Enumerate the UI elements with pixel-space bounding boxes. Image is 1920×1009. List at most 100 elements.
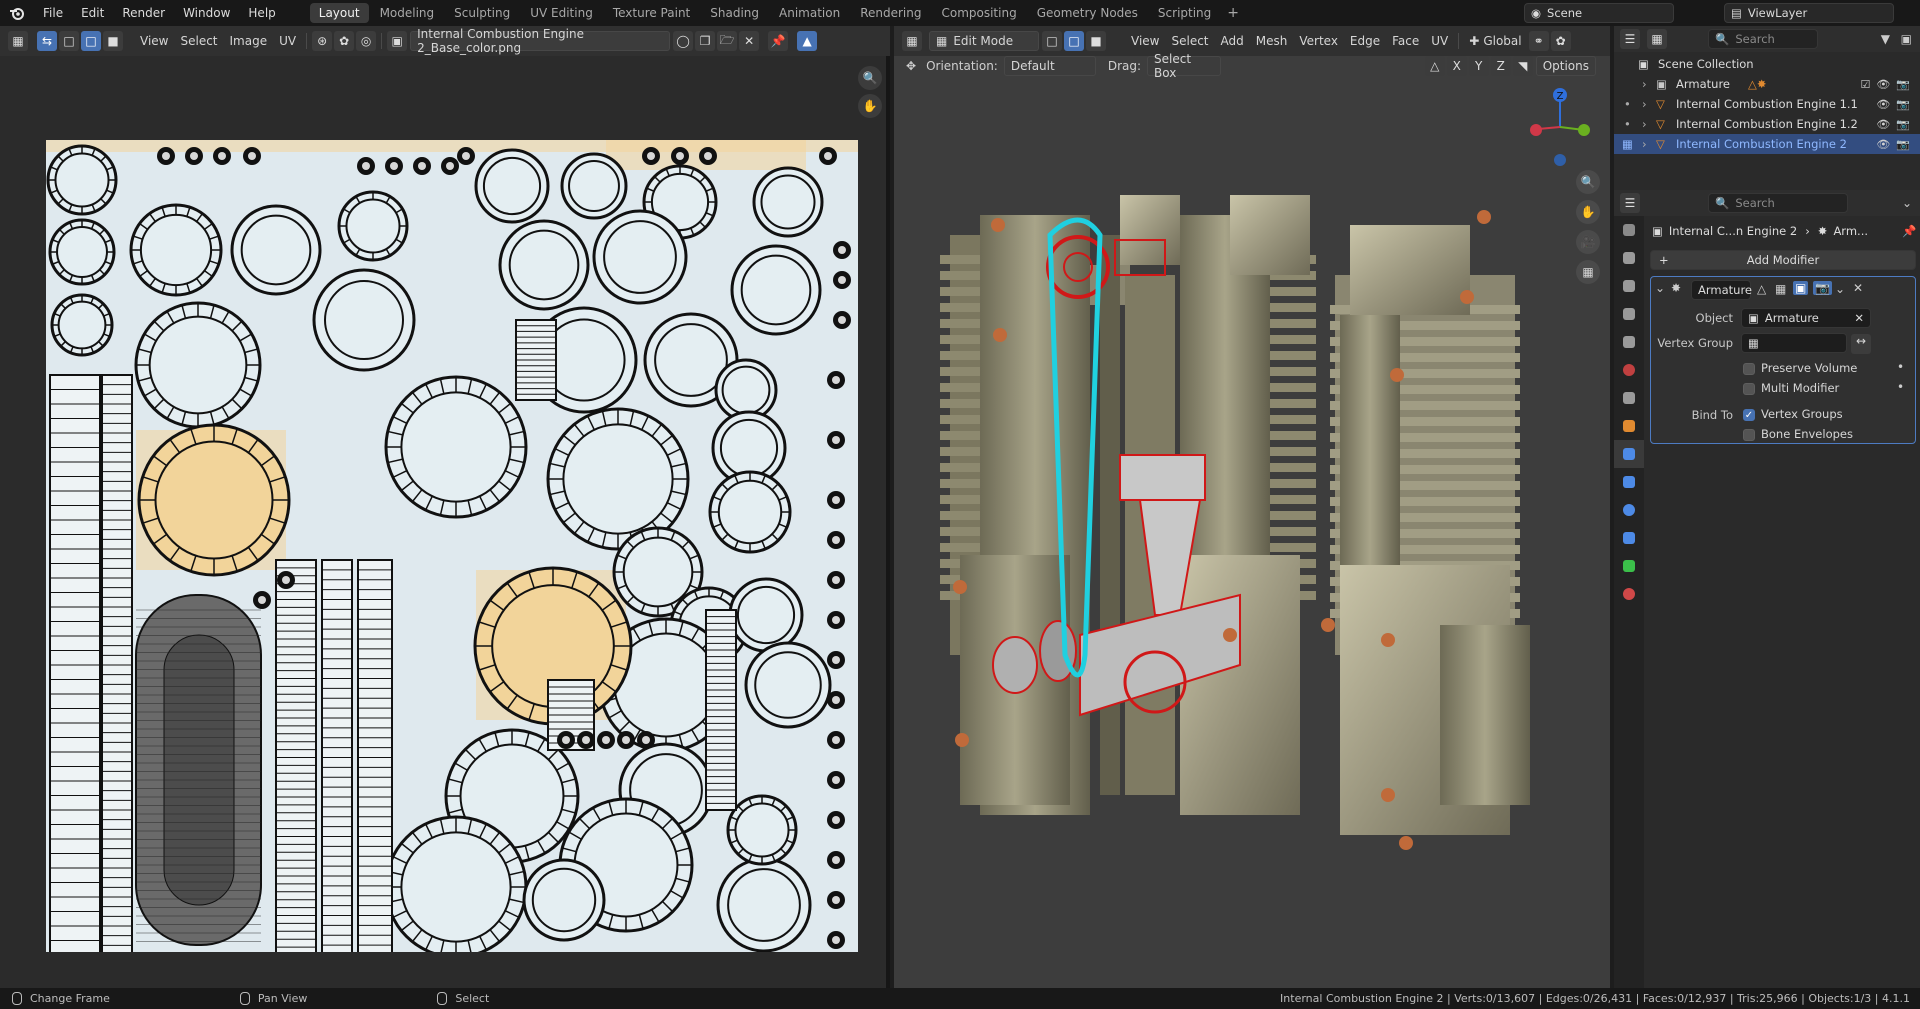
- tab-modeling[interactable]: Modeling: [371, 3, 444, 23]
- face-mode-icon[interactable]: ■: [1086, 31, 1106, 51]
- tab-shading[interactable]: Shading: [701, 3, 768, 23]
- vp-menu-uv[interactable]: UV: [1425, 31, 1454, 51]
- expand-chevron-icon[interactable]: ›: [1642, 77, 1647, 91]
- vp-menu-edge[interactable]: Edge: [1344, 31, 1386, 51]
- outliner-item[interactable]: › ▣ Armature △✸ ☑ 👁 📷: [1614, 74, 1920, 94]
- vp-menu-view[interactable]: View: [1125, 31, 1165, 51]
- transform-orientation[interactable]: ✚ Global: [1463, 31, 1527, 51]
- particles-tab-icon[interactable]: [1614, 468, 1644, 496]
- menu-file[interactable]: File: [34, 0, 72, 26]
- eye-icon[interactable]: 👁: [1876, 138, 1890, 151]
- editor-type-icon[interactable]: ▦: [8, 31, 28, 51]
- options-dropdown[interactable]: Options: [1535, 56, 1596, 76]
- chevron-down-icon[interactable]: ⌄: [1902, 196, 1912, 210]
- close-icon[interactable]: ✕: [1853, 281, 1863, 295]
- pan-hand-icon[interactable]: ✋: [858, 94, 882, 118]
- eye-icon[interactable]: 👁: [1876, 78, 1890, 91]
- clear-icon[interactable]: ✕: [1854, 311, 1864, 325]
- tab-scripting[interactable]: Scripting: [1149, 3, 1220, 23]
- link-icon[interactable]: ⚭: [1528, 31, 1549, 51]
- open-image-icon[interactable]: 🗁: [717, 31, 738, 51]
- object-tab-icon[interactable]: [1614, 412, 1644, 440]
- material-tab-icon[interactable]: [1614, 580, 1644, 608]
- menu-help[interactable]: Help: [239, 0, 284, 26]
- viewport-zoom-icon[interactable]: 🔍: [1576, 170, 1600, 194]
- outliner-item-selected[interactable]: ▦ › ▽ Internal Combustion Engine 2 👁 📷: [1614, 134, 1920, 154]
- properties-search[interactable]: 🔍 Search: [1708, 193, 1848, 213]
- snapping-icon[interactable]: ✿: [1550, 31, 1571, 51]
- tab-rendering[interactable]: Rendering: [851, 3, 930, 23]
- mirror-icon[interactable]: △: [1424, 56, 1445, 76]
- keyframe-dot-icon[interactable]: •: [1897, 380, 1904, 394]
- camera-icon[interactable]: 📷: [1896, 118, 1910, 131]
- outliner-item[interactable]: • › ▽ Internal Combustion Engine 1.2 👁 📷: [1614, 114, 1920, 134]
- scene-tab-icon[interactable]: [1614, 328, 1644, 356]
- tab-animation[interactable]: Animation: [770, 3, 849, 23]
- navigation-gizmo[interactable]: Z: [1520, 82, 1590, 172]
- viewport-pan-icon[interactable]: ✋: [1576, 200, 1600, 224]
- add-modifier-button[interactable]: + Add Modifier: [1650, 250, 1916, 270]
- keyframe-dot-icon[interactable]: •: [1897, 360, 1904, 374]
- physics-tab-icon[interactable]: [1614, 496, 1644, 524]
- outliner-scene-collection[interactable]: ▣ Scene Collection: [1614, 54, 1920, 74]
- vp-menu-face[interactable]: Face: [1386, 31, 1425, 51]
- expand-chevron-icon[interactable]: ›: [1642, 97, 1647, 111]
- duplicate-image-icon[interactable]: ❐: [695, 31, 716, 51]
- uv-texture-canvas[interactable]: [46, 140, 858, 952]
- image-name-field[interactable]: Internal Combustion Engine 2_Base_color.…: [410, 27, 671, 55]
- cage-toggle-icon[interactable]: ▦: [1775, 282, 1786, 296]
- edge-mode-icon[interactable]: □: [1064, 31, 1084, 51]
- dropdown-icon[interactable]: ⌄: [1835, 282, 1845, 296]
- image-browse-icon[interactable]: ▣: [387, 31, 408, 51]
- pin-icon[interactable]: 📌: [1902, 224, 1916, 238]
- camera-view-icon[interactable]: 🎥: [1576, 230, 1600, 254]
- filter-icon[interactable]: ▼: [1881, 32, 1890, 46]
- auto-merge-icon[interactable]: ◥: [1512, 56, 1533, 76]
- vp-menu-add[interactable]: Add: [1215, 31, 1250, 51]
- unlink-image-icon[interactable]: ✕: [739, 31, 760, 51]
- face-select-icon[interactable]: ■: [103, 31, 123, 51]
- add-workspace-button[interactable]: +: [1221, 5, 1245, 21]
- tab-texture-paint[interactable]: Texture Paint: [604, 3, 699, 23]
- mode-selector[interactable]: ▦ Edit Mode: [929, 31, 1039, 51]
- uv-menu-uv[interactable]: UV: [273, 31, 302, 51]
- collapse-chevron-icon[interactable]: ⌄: [1655, 281, 1665, 295]
- display-mode-icon[interactable]: ▦: [1647, 29, 1667, 49]
- bone-envelopes-checkbox[interactable]: [1743, 429, 1755, 441]
- modifier-name-field[interactable]: Armature: [1691, 280, 1752, 300]
- new-collection-icon[interactable]: ▣: [1901, 32, 1912, 46]
- vertex-select-icon[interactable]: □: [59, 31, 79, 51]
- expand-chevron-icon[interactable]: ›: [1642, 117, 1647, 131]
- orientation-dropdown[interactable]: Default: [1003, 56, 1096, 76]
- collection-tab-icon[interactable]: [1614, 384, 1644, 412]
- blender-logo-icon[interactable]: [0, 0, 34, 26]
- tab-uv-editing[interactable]: UV Editing: [521, 3, 602, 23]
- drag-dropdown[interactable]: Select Box: [1147, 52, 1222, 80]
- camera-icon[interactable]: 📷: [1896, 78, 1910, 91]
- tab-sculpting[interactable]: Sculpting: [445, 3, 519, 23]
- scene-selector[interactable]: ◉ Scene: [1524, 3, 1674, 23]
- properties-editor-type-icon[interactable]: ☰: [1620, 193, 1640, 213]
- snap-icon[interactable]: ✿: [334, 31, 355, 51]
- vp-menu-select[interactable]: Select: [1165, 31, 1214, 51]
- outliner-item[interactable]: • › ▽ Internal Combustion Engine 1.1 👁 📷: [1614, 94, 1920, 114]
- tab-geometry-nodes[interactable]: Geometry Nodes: [1028, 3, 1147, 23]
- axis-x-toggle[interactable]: X: [1446, 56, 1467, 76]
- eye-icon[interactable]: 👁: [1876, 98, 1890, 111]
- object-field[interactable]: ▣ Armature ✕: [1741, 308, 1871, 328]
- vertex-mode-icon[interactable]: □: [1042, 31, 1062, 51]
- uv-menu-select[interactable]: Select: [174, 31, 223, 51]
- camera-icon[interactable]: 📷: [1896, 98, 1910, 111]
- pin-icon[interactable]: 📌: [768, 31, 789, 51]
- menu-render[interactable]: Render: [113, 0, 174, 26]
- viewport-toggle-icon[interactable]: ▣: [1793, 281, 1809, 295]
- camera-icon[interactable]: 📷: [1896, 138, 1910, 151]
- preserve-volume-checkbox[interactable]: [1743, 363, 1755, 375]
- render-tab-icon[interactable]: [1614, 244, 1644, 272]
- data-tab-icon[interactable]: [1614, 552, 1644, 580]
- eye-icon[interactable]: 👁: [1876, 118, 1890, 131]
- axis-z-toggle[interactable]: Z: [1490, 56, 1511, 76]
- tool-tab-icon[interactable]: [1614, 216, 1644, 244]
- edge-select-icon[interactable]: □: [81, 31, 101, 51]
- modifier-tab-icon[interactable]: [1614, 440, 1644, 468]
